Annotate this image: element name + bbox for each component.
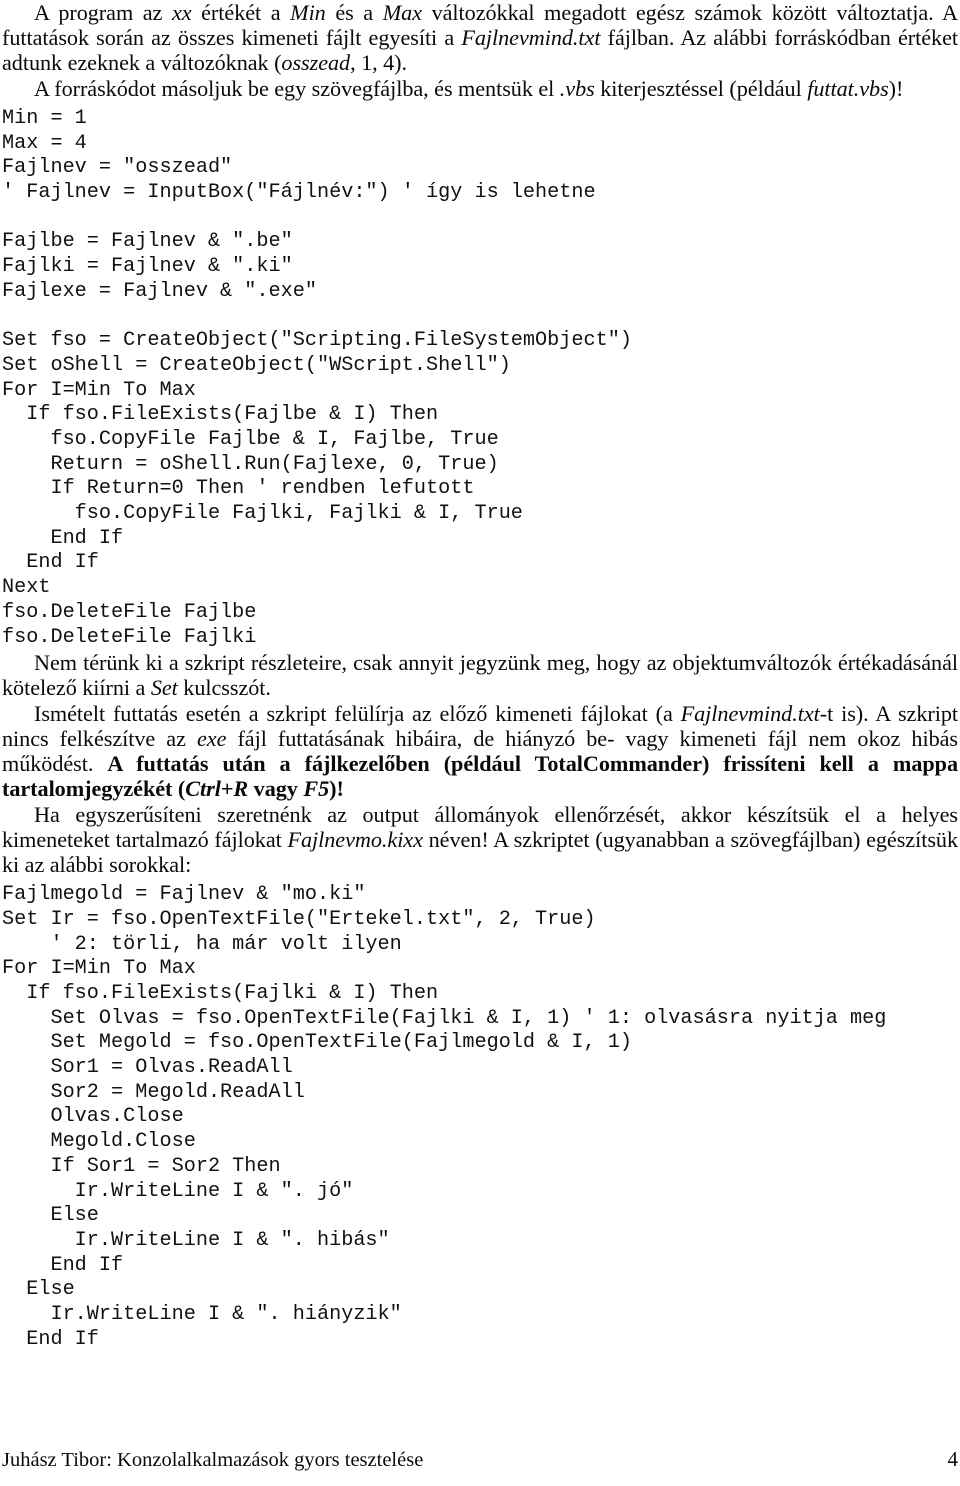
footer-page-number: 4 bbox=[947, 1447, 959, 1471]
file-fajlnevmind-2: Fajlnevmind.txt bbox=[680, 700, 820, 726]
code-block-vbscript-1: Min = 1 Max = 4 Fajlnev = "osszead" ' Fa… bbox=[2, 106, 632, 649]
file-futtat-vbs: futtat.vbs bbox=[807, 75, 889, 101]
keyword-set: Set bbox=[150, 675, 178, 701]
paragraph-simplify: Ha egyszerűsíteni szeretnénk az output á… bbox=[2, 801, 958, 877]
emphasis-refresh-warning: A futtatás után a fájlkezelőben (például… bbox=[2, 751, 958, 802]
ext-vbs: .vbs bbox=[559, 75, 595, 101]
file-fajlnevmind: Fajlnevmind.txt bbox=[461, 25, 601, 51]
paragraph-save-instruction: A forráskódot másoljuk be egy szövegfájl… bbox=[34, 75, 904, 101]
var-max: Max bbox=[382, 0, 422, 25]
code-block-vbscript-2: Fajlmegold = Fajlnev & "mo.ki" Set Ir = … bbox=[2, 883, 887, 1351]
var-osszead: osszead bbox=[281, 50, 351, 76]
shortcut-ctrl-r: Ctrl+R bbox=[185, 776, 249, 802]
paragraph-intro: A program az xx értékét a Min és a Max v… bbox=[2, 0, 959, 76]
document-page: A program az xx értékét a Min és a Max v… bbox=[0, 0, 960, 1486]
ext-exe: exe bbox=[196, 725, 227, 751]
paragraph-repeat-run: Ismételt futtatás esetén a szkript felül… bbox=[2, 700, 959, 802]
var-xx: xx bbox=[171, 0, 192, 25]
page-footer: Juhász Tibor: Konzolalkalmazások gyors t… bbox=[2, 1447, 958, 1472]
paragraph-set-keyword: Nem térünk ki a szkript részleteire, csa… bbox=[2, 650, 958, 701]
var-min: Min bbox=[290, 0, 326, 25]
file-fajlnevmo-kixx: Fajlnevmo.kixx bbox=[287, 826, 423, 852]
shortcut-f5: F5 bbox=[303, 776, 330, 802]
footer-title: Juhász Tibor: Konzolalkalmazások gyors t… bbox=[2, 1449, 424, 1471]
